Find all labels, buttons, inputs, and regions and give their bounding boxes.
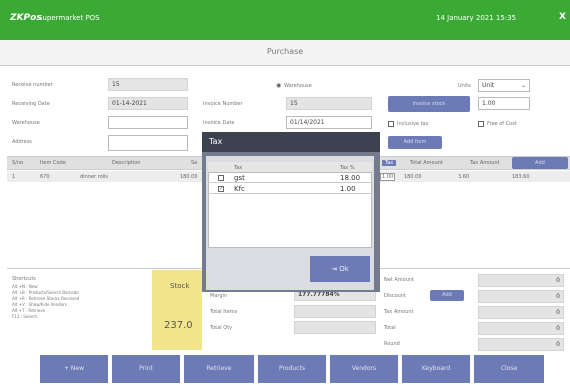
stock-value: 237.0 bbox=[164, 320, 193, 331]
shortcuts-title: Shortcuts bbox=[12, 276, 36, 282]
tax-row-checkbox[interactable] bbox=[218, 175, 224, 181]
page-title: Purchase bbox=[0, 40, 570, 66]
invoice-stock-button[interactable]: invoice stock bbox=[388, 96, 470, 112]
grid-add-button[interactable]: Add bbox=[512, 157, 568, 169]
print-button[interactable]: Print bbox=[112, 355, 180, 383]
column-header-total-amount: Total Amount bbox=[410, 160, 443, 166]
tax-pct-column-header: Tax % bbox=[340, 165, 355, 171]
discount-add-button[interactable]: Add bbox=[430, 290, 464, 301]
receiving-date-field[interactable]: 01-14-2021 bbox=[108, 97, 188, 110]
row-sno: 1 bbox=[12, 174, 16, 180]
receive-number-label: Receive number bbox=[12, 82, 53, 88]
invoice-number-label: Invoice Number bbox=[203, 101, 243, 107]
net-amount-label: Net Amount bbox=[384, 277, 415, 283]
tax-row-name: gst bbox=[234, 174, 245, 182]
shortcut-line: F11 : Search bbox=[12, 314, 38, 319]
free-of-cost-checkbox[interactable] bbox=[478, 121, 484, 127]
column-header-sa: Sa bbox=[191, 160, 198, 166]
products-button[interactable]: Products bbox=[258, 355, 326, 383]
inclusive-tax-label: Inclusive tax bbox=[397, 121, 429, 127]
shortcuts-panel: Shortcuts Alt +N : New Alt +B : Products… bbox=[12, 276, 142, 320]
tax-amount-label: Tax Amount bbox=[384, 309, 414, 315]
tax-dialog-title: Tax bbox=[202, 132, 380, 152]
row-tax-amount: 3.60 bbox=[458, 174, 470, 180]
margin-label: Margin bbox=[210, 293, 228, 299]
chevron-down-icon: ⌄ bbox=[520, 82, 526, 89]
total-field: 0 bbox=[478, 322, 564, 335]
stock-label: Stock bbox=[170, 282, 190, 290]
total-qty-field bbox=[294, 321, 376, 334]
warehouse-field[interactable] bbox=[108, 116, 188, 129]
address-label: Address bbox=[12, 139, 32, 145]
tax-row-pct: 1.00 bbox=[340, 185, 356, 193]
row-amount: 183.60 bbox=[512, 174, 530, 180]
warehouse-label: Warehouse bbox=[12, 120, 40, 126]
receive-number-field[interactable]: 15 bbox=[108, 78, 188, 91]
total-items-label: Total Items bbox=[210, 309, 238, 315]
invoice-date-field[interactable]: 01/14/2021 bbox=[286, 116, 372, 129]
app-name: Supermarket POS bbox=[38, 14, 100, 22]
invoice-number-field[interactable]: 15 bbox=[286, 97, 372, 110]
app-logo: ZKPos bbox=[10, 13, 42, 23]
discount-label: Discount bbox=[384, 293, 406, 299]
column-header-sno: S/no bbox=[12, 160, 24, 166]
title-bar: ZKPos Supermarket POS 14 January 2021 15… bbox=[0, 0, 570, 40]
column-header-tax: Tax bbox=[382, 160, 397, 166]
address-field[interactable] bbox=[108, 135, 188, 151]
invoice-date-label: Invoice Date bbox=[203, 120, 235, 126]
row-item-code: 670 bbox=[40, 174, 50, 180]
round-field: 0 bbox=[478, 338, 564, 351]
close-window-button[interactable]: X bbox=[559, 12, 566, 22]
round-label: Round bbox=[384, 341, 400, 347]
tax-column-header: Tax bbox=[234, 165, 243, 171]
row-total-amount: 180.00 bbox=[404, 174, 422, 180]
total-items-field bbox=[294, 305, 376, 318]
invoice-stock-field[interactable]: 1.00 bbox=[478, 97, 530, 110]
tax-amount-field: 0 bbox=[478, 306, 564, 319]
stock-panel: Stock 237.0 bbox=[152, 270, 202, 350]
row-qty[interactable]: 1.00 bbox=[380, 173, 396, 181]
new-button[interactable]: + New bbox=[40, 355, 108, 383]
warehouse-radio-label: Warehouse bbox=[284, 83, 312, 89]
units-select[interactable]: Unit ⌄ bbox=[478, 79, 530, 92]
tax-row-name: Kfc bbox=[234, 185, 245, 193]
column-header-description: Description bbox=[112, 160, 141, 166]
units-label: Units bbox=[458, 83, 471, 89]
tax-row-pct: 18.00 bbox=[340, 174, 361, 182]
tax-row-checkbox[interactable]: ✓ bbox=[218, 186, 224, 192]
retrieve-button[interactable]: Retrieve bbox=[184, 355, 254, 383]
vendors-button[interactable]: Vendors bbox=[330, 355, 398, 383]
datetime-display: 14 January 2021 15:35 bbox=[436, 14, 517, 22]
total-label: Total bbox=[384, 325, 396, 331]
row-description: dinner rolls bbox=[80, 174, 109, 180]
close-button[interactable]: Close bbox=[474, 355, 544, 383]
login-arrow-icon: ⇥ bbox=[331, 265, 338, 273]
add-item-button[interactable]: Add Item bbox=[388, 136, 442, 149]
inclusive-tax-checkbox[interactable] bbox=[388, 121, 394, 127]
discount-field[interactable]: 0 bbox=[478, 290, 564, 303]
ok-button[interactable]: ⇥ Ok bbox=[310, 256, 370, 282]
net-amount-field: 0 bbox=[478, 274, 564, 287]
free-of-cost-label: Free of Cost bbox=[487, 121, 517, 127]
column-header-item-code: Item Code bbox=[40, 160, 66, 166]
warehouse-radio[interactable]: ◉ bbox=[276, 82, 281, 89]
receiving-date-label: Receiving Date bbox=[12, 101, 50, 107]
row-price: 180.00 bbox=[180, 174, 198, 180]
total-qty-label: Total Qty bbox=[210, 325, 233, 331]
keyboard-button[interactable]: Keyboard bbox=[402, 355, 470, 383]
column-header-tax-amount: Tax Amount bbox=[470, 160, 500, 166]
